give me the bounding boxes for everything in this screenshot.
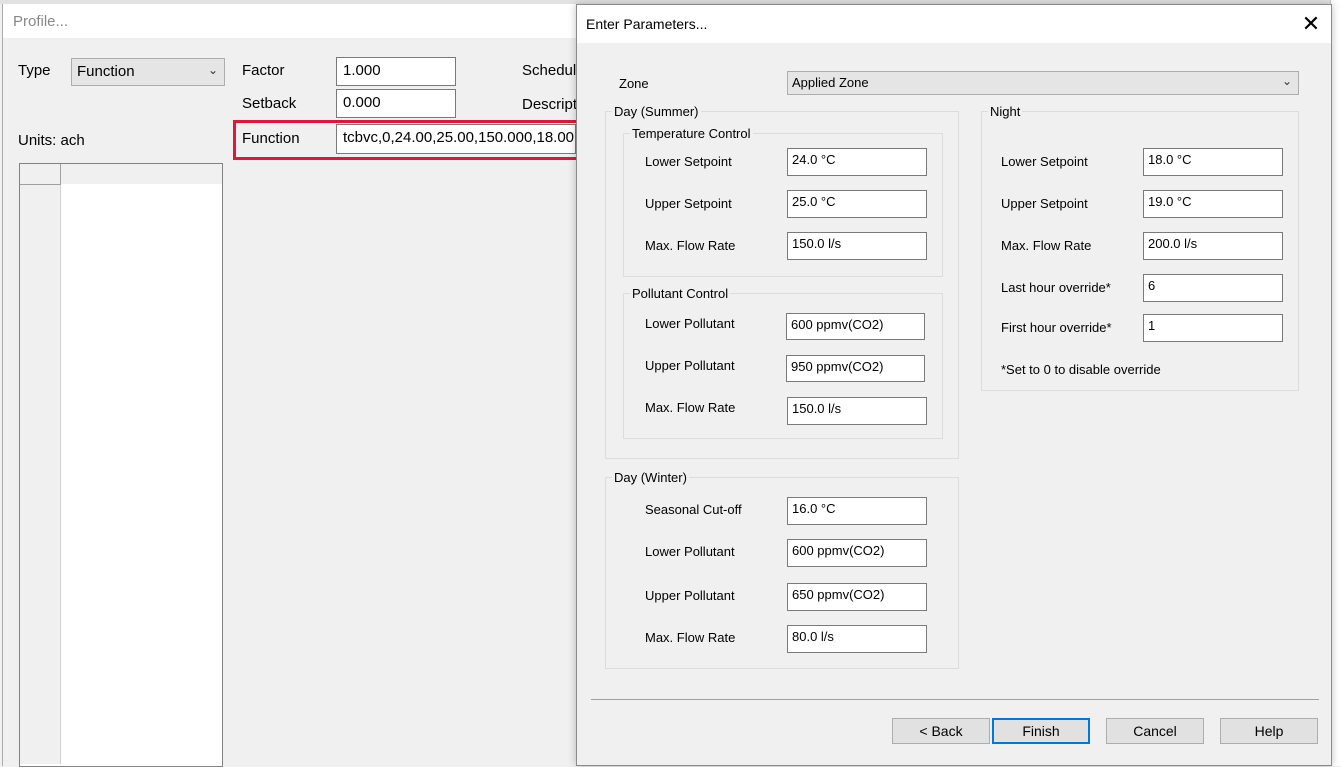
summer-lower-pollutant-label: Lower Pollutant bbox=[645, 316, 735, 331]
chevron-down-icon: ⌄ bbox=[207, 63, 218, 77]
grid-row-header bbox=[20, 164, 61, 764]
seasonal-cutoff-label: Seasonal Cut-off bbox=[645, 502, 742, 517]
profile-dialog: Profile... Type Function ⌄ Factor 1.000 … bbox=[2, 4, 603, 767]
finish-button[interactable]: Finish bbox=[992, 718, 1090, 744]
night-upper-setpoint-input[interactable]: 19.0 °C bbox=[1143, 190, 1283, 218]
profile-titlebar: Profile... bbox=[3, 4, 603, 38]
pollutant-control-title: Pollutant Control bbox=[630, 286, 731, 301]
button-separator bbox=[591, 699, 1319, 700]
function-label: Function bbox=[242, 130, 300, 147]
summer-temp-flow-input[interactable]: 150.0 l/s bbox=[787, 232, 927, 260]
zone-select-value: Applied Zone bbox=[792, 75, 869, 90]
winter-upper-pollutant-input[interactable]: 650 ppmv(CO2) bbox=[787, 583, 927, 611]
summer-lower-setpoint-label: Lower Setpoint bbox=[645, 154, 732, 169]
first-hour-override-input[interactable]: 1 bbox=[1143, 314, 1283, 342]
zone-select[interactable]: Applied Zone ⌄ bbox=[787, 71, 1299, 95]
summer-poll-flow-input[interactable]: 150.0 l/s bbox=[787, 397, 927, 425]
summer-upper-pollutant-label: Upper Pollutant bbox=[645, 358, 735, 373]
type-label: Type bbox=[18, 62, 51, 79]
night-flow-input[interactable]: 200.0 l/s bbox=[1143, 232, 1283, 260]
night-flow-label: Max. Flow Rate bbox=[1001, 238, 1092, 253]
grid-corner-cell[interactable] bbox=[20, 164, 61, 185]
night-group-title: Night bbox=[988, 104, 1023, 119]
temperature-control-title: Temperature Control bbox=[630, 126, 753, 141]
factor-input[interactable]: 1.000 bbox=[336, 57, 456, 86]
night-lower-setpoint-input[interactable]: 18.0 °C bbox=[1143, 148, 1283, 176]
summer-temp-flow-label: Max. Flow Rate bbox=[645, 238, 736, 253]
night-lower-setpoint-label: Lower Setpoint bbox=[1001, 154, 1088, 169]
description-label: Descript bbox=[522, 96, 578, 113]
winter-lower-pollutant-label: Lower Pollutant bbox=[645, 544, 735, 559]
night-upper-setpoint-label: Upper Setpoint bbox=[1001, 196, 1088, 211]
winter-flow-label: Max. Flow Rate bbox=[645, 630, 736, 645]
profile-title: Profile... bbox=[13, 13, 69, 30]
summer-poll-flow-label: Max. Flow Rate bbox=[645, 400, 736, 415]
dialog-title: Enter Parameters... bbox=[586, 16, 708, 32]
type-select[interactable]: Function ⌄ bbox=[71, 58, 225, 86]
last-hour-override-label: Last hour override* bbox=[1001, 280, 1111, 295]
dialog-titlebar: Enter Parameters... ✕ bbox=[577, 5, 1331, 43]
back-button[interactable]: < Back bbox=[892, 718, 990, 744]
winter-upper-pollutant-label: Upper Pollutant bbox=[645, 588, 735, 603]
units-label: Units: ach bbox=[18, 132, 85, 149]
zone-label: Zone bbox=[619, 76, 649, 91]
chevron-down-icon: ⌄ bbox=[1281, 74, 1292, 88]
override-note: *Set to 0 to disable override bbox=[1001, 362, 1161, 377]
setback-input[interactable]: 0.000 bbox=[336, 89, 456, 118]
winter-flow-input[interactable]: 80.0 l/s bbox=[787, 625, 927, 653]
function-input[interactable]: tcbvc,0,24.00,25.00,150.000,18.00,19 bbox=[336, 124, 576, 154]
summer-lower-setpoint-input[interactable]: 24.0 °C bbox=[787, 148, 927, 176]
type-select-value: Function bbox=[77, 63, 135, 80]
last-hour-override-input[interactable]: 6 bbox=[1143, 274, 1283, 302]
grid-column-header bbox=[60, 164, 222, 184]
summer-upper-pollutant-input[interactable]: 950 ppmv(CO2) bbox=[786, 355, 925, 382]
setback-label: Setback bbox=[242, 95, 297, 112]
summer-lower-pollutant-input[interactable]: 600 ppmv(CO2) bbox=[786, 313, 925, 340]
cancel-button[interactable]: Cancel bbox=[1106, 718, 1204, 744]
winter-lower-pollutant-input[interactable]: 600 ppmv(CO2) bbox=[787, 539, 927, 567]
seasonal-cutoff-input[interactable]: 16.0 °C bbox=[787, 497, 927, 525]
close-icon[interactable]: ✕ bbox=[1297, 11, 1325, 39]
summer-group-title: Day (Summer) bbox=[612, 104, 701, 119]
enter-parameters-dialog: Enter Parameters... ✕ Zone Applied Zone … bbox=[576, 4, 1332, 766]
winter-group-title: Day (Winter) bbox=[612, 470, 689, 485]
summer-upper-setpoint-label: Upper Setpoint bbox=[645, 196, 732, 211]
factor-label: Factor bbox=[242, 62, 285, 79]
first-hour-override-label: First hour override* bbox=[1001, 320, 1112, 335]
profile-data-grid[interactable] bbox=[19, 163, 223, 767]
help-button[interactable]: Help bbox=[1220, 718, 1318, 744]
summer-upper-setpoint-input[interactable]: 25.0 °C bbox=[787, 190, 927, 218]
